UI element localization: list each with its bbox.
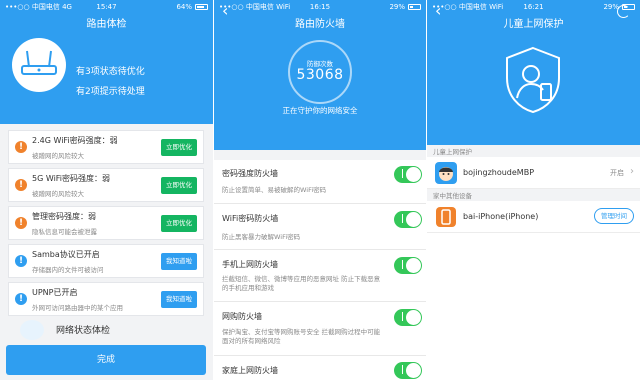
child-avatar-icon — [435, 162, 457, 184]
router-icon — [21, 50, 57, 75]
firewall-desc: 防止黑客暴力破解WiFi密码 — [222, 233, 301, 241]
back-arrow-icon[interactable]: ‹ — [435, 2, 441, 20]
protection-status: 开启 — [610, 169, 624, 177]
section-label: 家中其他设备 — [433, 192, 472, 200]
back-arrow-icon[interactable]: ‹ — [222, 2, 228, 20]
section-label: 儿童上网保护 — [433, 148, 472, 156]
firewall-desc: 拦截短信、微信、微博等应用的恶意网址 防止下载恶意的手机应用和游戏 — [222, 275, 381, 292]
firewall-toggle[interactable] — [394, 257, 422, 274]
info-icon: ! — [15, 255, 27, 267]
router-firewall-screen: •••○○ 中国电信 WiFi 16:15 29% 路由防火墙 ‹ 防御次数 5… — [214, 0, 426, 380]
child-protection-header: •••○○ 中国电信 WiFi 16:21 29% 儿童上网保护 ‹ — [427, 0, 640, 145]
defense-count-value: 53068 — [296, 67, 344, 83]
router-icon-badge — [12, 38, 66, 92]
summary-optimize: 有3项状态待优化 — [76, 67, 145, 77]
item-title: UPNP已开启 — [32, 288, 78, 297]
done-button[interactable]: 完成 — [6, 345, 206, 375]
child-shield-icon — [506, 46, 560, 114]
firewall-title: 家庭上网防火墙 — [222, 366, 278, 375]
item-title: 管理密码强度：弱 — [32, 212, 96, 221]
item-desc: 被蹭网的风险较大 — [32, 190, 84, 198]
firewall-desc: 保护淘宝、支付宝等网购账号安全 拦截网购过程中可能面对的所有网络风险 — [222, 328, 381, 345]
checkup-header: •••○○ 中国电信 4G 15:47 64% 路由体检 有3项状态待优化 有2… — [0, 0, 213, 124]
phone-device-icon — [436, 207, 456, 227]
optimize-button[interactable]: 立即优化 — [161, 177, 197, 194]
item-title: Samba协议已开启 — [32, 250, 100, 259]
child-protection-screen: •••○○ 中国电信 WiFi 16:21 29% 儿童上网保护 ‹ 儿童上网保… — [427, 0, 640, 380]
item-desc: 存储器内的文件可被访问 — [32, 266, 104, 274]
checkup-item: ! 2.4G WiFi密码强度：弱 被蹭网的风险较大 立即优化 — [8, 130, 204, 164]
status-bar: •••○○ 中国电信 WiFi 16:15 29% — [214, 0, 426, 14]
firewall-title: WiFi密码防火墙 — [222, 214, 279, 223]
warning-icon: ! — [15, 141, 27, 153]
item-desc: 被蹭网的风险较大 — [32, 152, 84, 160]
router-checkup-screen: •••○○ 中国电信 4G 15:47 64% 路由体检 有3项状态待优化 有2… — [0, 0, 213, 380]
firewall-row: 手机上网防火墙 拦截短信、微信、微博等应用的恶意网址 防止下载恶意的手机应用和游… — [214, 250, 426, 302]
firewall-row: 家庭上网防火墙 — [214, 356, 426, 380]
firewall-desc: 防止设置简单、易被破解的WiFi密码 — [222, 186, 327, 194]
warning-icon: ! — [15, 179, 27, 191]
checkup-item: ! UPNP已开启 外网可访问路由器中的某个应用 我知道啦 — [8, 282, 204, 316]
guard-status-text: 正在守护你的网络安全 — [282, 106, 358, 115]
item-desc: 隐私信息可能会被泄露 — [32, 228, 97, 236]
network-check-label[interactable]: 网络状态体检 — [56, 323, 110, 336]
item-title: 5G WiFi密码强度：弱 — [32, 174, 111, 183]
clock: 15:47 — [96, 3, 117, 11]
firewall-toggle[interactable] — [394, 166, 422, 183]
clock: 16:21 — [523, 3, 544, 11]
acknowledge-button[interactable]: 我知道啦 — [161, 253, 197, 270]
info-icon: ! — [15, 293, 27, 305]
page-title: 路由防火墙 — [295, 19, 345, 30]
device-name: bojingzhoudeMBP — [463, 168, 535, 177]
firewall-row: 网购防火墙 保护淘宝、支付宝等网购账号安全 拦截网购过程中可能面对的所有网络风险 — [214, 302, 426, 356]
optimize-button[interactable]: 立即优化 — [161, 139, 197, 156]
page-title: 儿童上网保护 — [503, 19, 564, 30]
firewall-title: 手机上网防火墙 — [222, 260, 278, 269]
clock: 16:15 — [309, 3, 331, 11]
item-title: 2.4G WiFi密码强度：弱 — [32, 136, 118, 145]
item-desc: 外网可访问路由器中的某个应用 — [32, 304, 123, 312]
status-bar: •••○○ 中国电信 WiFi 16:21 29% — [427, 0, 640, 14]
firewall-toggle[interactable] — [394, 309, 422, 326]
optimize-button[interactable]: 立即优化 — [161, 215, 197, 232]
checkup-item: ! 5G WiFi密码强度：弱 被蹭网的风险较大 立即优化 — [8, 168, 204, 202]
firewall-toggle[interactable] — [394, 211, 422, 228]
firewall-row: WiFi密码防火墙 防止黑客暴力破解WiFi密码 — [214, 204, 426, 250]
firewall-header: •••○○ 中国电信 WiFi 16:15 29% 路由防火墙 ‹ 防御次数 5… — [214, 0, 426, 150]
firewall-toggle[interactable] — [394, 362, 422, 379]
child-device-row[interactable]: bojingzhoudeMBP 开启 › — [427, 157, 640, 189]
status-bar: •••○○ 中国电信 4G 15:47 64% — [0, 0, 213, 14]
manage-time-button[interactable]: 管理时间 — [594, 208, 634, 224]
firewall-row: 密码强度防火墙 防止设置简单、易被破解的WiFi密码 — [214, 160, 426, 204]
battery-icon — [195, 4, 208, 10]
warning-icon: ! — [15, 217, 27, 229]
firewall-title: 网购防火墙 — [222, 312, 262, 321]
battery-icon — [408, 4, 421, 10]
network-check-icon — [20, 320, 44, 340]
acknowledge-button[interactable]: 我知道啦 — [161, 291, 197, 308]
chevron-right-icon: › — [630, 166, 634, 177]
summary-tips: 有2项提示待处理 — [76, 87, 145, 97]
device-name: bai-iPhone(iPhone) — [463, 212, 539, 221]
firewall-title: 密码强度防火墙 — [222, 169, 278, 178]
family-device-row: bai-iPhone(iPhone) 管理时间 — [427, 201, 640, 233]
checkup-item: ! 管理密码强度：弱 隐私信息可能会被泄露 立即优化 — [8, 206, 204, 240]
page-title: 路由体检 — [86, 19, 127, 30]
refresh-icon[interactable] — [617, 5, 630, 18]
checkup-item: ! Samba协议已开启 存储器内的文件可被访问 我知道啦 — [8, 244, 204, 278]
